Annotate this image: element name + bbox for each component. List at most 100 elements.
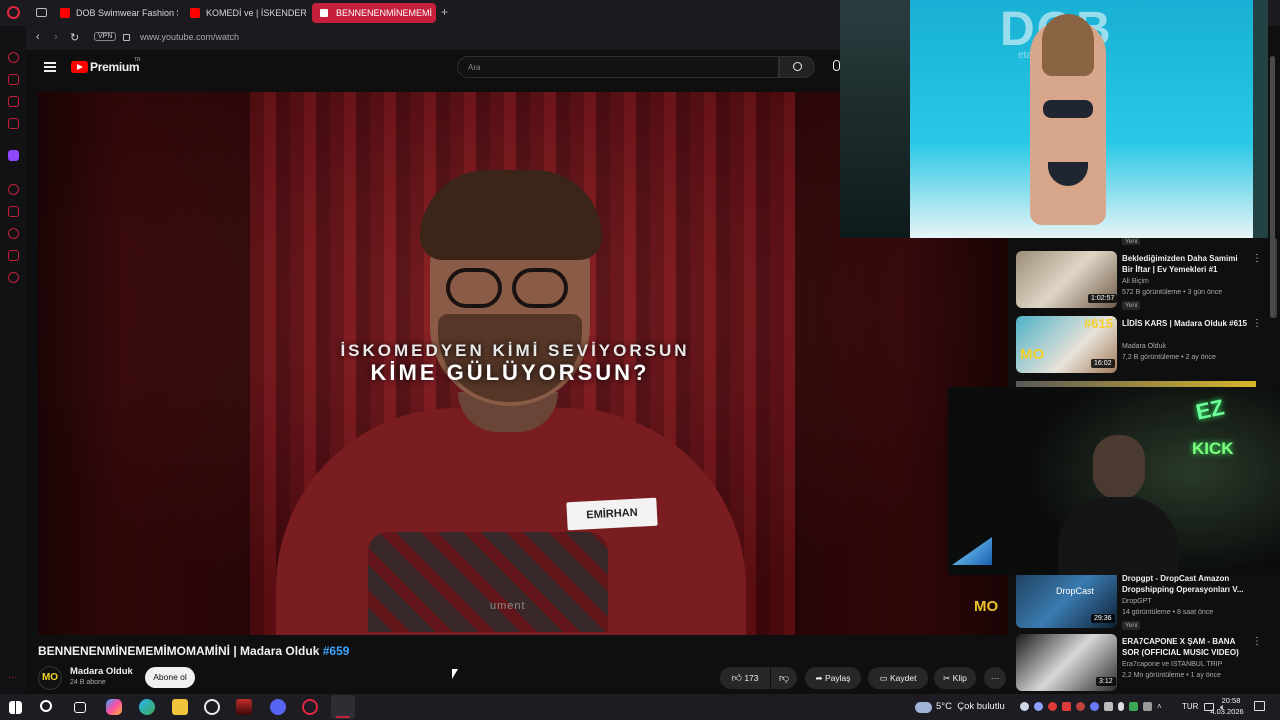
sidebar-more-icon[interactable]: ··· xyxy=(8,672,17,682)
search-button[interactable] xyxy=(779,56,815,78)
rec-item[interactable]: 3:12 ERA7CAPONE X ŞAM - BANA SOR (OFFICI… xyxy=(1016,634,1272,696)
like-button[interactable]: 👍︎ 173 xyxy=(720,667,770,689)
rec-more-icon[interactable]: ⋮ xyxy=(1252,318,1262,329)
rec-channel[interactable]: Ali Biçim xyxy=(1122,278,1149,285)
voice-search-mic-icon[interactable] xyxy=(833,60,840,71)
tray-app-icon[interactable] xyxy=(1104,702,1113,711)
clock-time[interactable]: 20:58 xyxy=(1211,696,1251,705)
clock-date[interactable]: 4.03.2026 xyxy=(1202,707,1252,716)
speaker-icon xyxy=(320,9,328,17)
rec-channel[interactable]: DropGPT xyxy=(1122,598,1152,605)
streamer-body xyxy=(1058,497,1178,575)
vpn-badge[interactable]: VPN xyxy=(94,32,117,41)
name-tag: EMİRHAN xyxy=(566,497,658,531)
url-field[interactable]: www.youtube.com/watch xyxy=(140,32,540,42)
youtube-logo-icon[interactable] xyxy=(71,61,88,73)
tray-app-icon[interactable] xyxy=(1090,702,1099,711)
rec-more-icon[interactable]: ⋮ xyxy=(1252,253,1262,264)
discord-icon[interactable] xyxy=(270,699,286,715)
save-label: Kaydet xyxy=(889,673,917,683)
subscribe-button[interactable]: Abone ol xyxy=(145,667,195,688)
sidebar-downloads-icon[interactable] xyxy=(8,250,19,261)
sidebar-speed-dial-icon[interactable] xyxy=(8,52,19,63)
partial-rec-badge: Yeni xyxy=(1122,238,1141,245)
hamburger-menu-icon[interactable] xyxy=(44,62,56,72)
more-actions-button[interactable]: ··· xyxy=(984,667,1006,689)
tray-app-icon[interactable] xyxy=(1129,702,1138,711)
tab-bennenenminememi[interactable]: BENNENENMİNEMEMİ xyxy=(312,3,436,23)
channel-name[interactable]: Madara Olduk xyxy=(70,666,133,677)
task-view-icon[interactable] xyxy=(74,702,86,713)
pip-runway-video[interactable]: DOB etam swimwear xyxy=(840,0,1268,238)
tab-overview-icon[interactable] xyxy=(36,8,47,17)
opera-logo-icon[interactable] xyxy=(7,6,20,19)
back-arrow-icon[interactable]: ‹ xyxy=(36,31,40,43)
search-icon[interactable] xyxy=(40,700,52,712)
rec-meta: 2,2 Mn görüntüleme • 1 ay önce xyxy=(1122,672,1221,679)
weather-text[interactable]: 5°C Çok bulutlu xyxy=(936,701,1005,712)
copilot-icon[interactable] xyxy=(106,699,122,715)
share-button[interactable]: ➦ Paylaş xyxy=(805,667,861,689)
forward-arrow-icon[interactable]: › xyxy=(54,31,58,43)
blue-light xyxy=(952,537,992,565)
rec-duration: 1:02:57 xyxy=(1088,294,1118,303)
rec-item[interactable]: DropCast 29:36 Dropgpt - DropCast Amazon… xyxy=(1016,571,1272,633)
edge-icon[interactable] xyxy=(139,699,155,715)
reload-icon[interactable]: ↻ xyxy=(70,31,79,44)
video-hashtag[interactable]: #659 xyxy=(323,644,350,658)
clip-button[interactable]: ✂ Klip xyxy=(934,667,976,689)
rec-channel[interactable]: Era7capone ve ISTANBUL TRIP xyxy=(1122,661,1222,668)
save-button[interactable]: ▭ Kaydet xyxy=(868,667,928,689)
tray-chevron-icon[interactable]: ˄ xyxy=(1157,702,1166,711)
rec-more-icon[interactable]: ⋮ xyxy=(1252,636,1262,647)
search-icon xyxy=(793,62,802,71)
rec-item[interactable]: 1:02:57 Beklediğimizden Daha Samimi Bir … xyxy=(1016,251,1272,313)
page-scrollbar-thumb[interactable] xyxy=(1270,56,1275,318)
sidebar-bookmarks-icon[interactable] xyxy=(8,206,19,217)
notification-icon[interactable] xyxy=(1254,701,1265,711)
tab-komedi-iskender[interactable]: KOMEDİ ve | İSKENDER - xyxy=(182,3,306,23)
search-input[interactable]: Ara xyxy=(457,56,779,78)
scissors-icon: ✂ xyxy=(943,673,951,683)
youtube-premium-logo[interactable]: Premium xyxy=(90,60,140,74)
language-indicator[interactable]: TUR xyxy=(1182,702,1198,711)
sidebar-twitch-icon[interactable] xyxy=(8,150,19,161)
sidebar-player-icon[interactable] xyxy=(8,184,19,195)
windows-start-icon[interactable] xyxy=(9,701,22,714)
tray-app-icon[interactable] xyxy=(1048,702,1057,711)
clip-label: Klip xyxy=(952,673,967,683)
rec-title[interactable]: ERA7CAPONE X ŞAM - BANA SOR (OFFICIAL MU… xyxy=(1122,636,1250,658)
new-tab-plus-icon[interactable]: + xyxy=(441,5,448,19)
tray-app-icon[interactable] xyxy=(1143,702,1152,711)
discord-tray-icon[interactable] xyxy=(1034,702,1043,711)
model-hair xyxy=(1042,14,1094,76)
rec-title[interactable]: Beklediğimizden Daha Samimi Bir İftar | … xyxy=(1122,253,1250,275)
channel-avatar[interactable]: MO xyxy=(38,666,62,690)
opera-gx-icon[interactable] xyxy=(302,699,318,715)
dislike-button[interactable]: 👎︎ xyxy=(771,667,797,689)
chrome-like-icon[interactable] xyxy=(204,699,220,715)
thumbs-down-icon: 👎︎ xyxy=(778,673,790,684)
tray-icons[interactable]: ˄ xyxy=(1020,702,1170,712)
sidebar-messenger-icon[interactable] xyxy=(8,96,19,107)
video-title: BENNENENMİNEMEMİMOMAMİNİ | Madara Olduk … xyxy=(38,644,349,658)
tab-dob-swimwear[interactable]: DOB Swimwear Fashion S xyxy=(52,3,178,23)
rec-title[interactable]: LİDİS KARS | Madara Olduk #615 xyxy=(1122,318,1250,329)
sidebar-settings-icon[interactable] xyxy=(8,272,19,283)
rec-title[interactable]: Dropgpt - DropCast Amazon Dropshipping O… xyxy=(1122,573,1250,595)
app-thumb-icon[interactable] xyxy=(236,699,252,715)
file-explorer-icon[interactable] xyxy=(172,699,188,715)
address-bar: ‹ › ↻ VPN www.youtube.com/watch xyxy=(26,26,840,50)
tray-app-icon[interactable] xyxy=(1076,702,1085,711)
tray-app-icon[interactable] xyxy=(1062,702,1071,711)
youtube-favicon-icon xyxy=(190,8,200,18)
rec-channel[interactable]: Madara Olduk xyxy=(1122,343,1166,350)
sidebar-instagram-icon[interactable] xyxy=(8,118,19,129)
video-title-text: BENNENENMİNEMEMİMOMAMİNİ | Madara Olduk xyxy=(38,644,320,658)
rec-item[interactable]: #615 MO 16:02 LİDİS KARS | Madara Olduk … xyxy=(1016,316,1272,378)
sidebar-history-icon[interactable] xyxy=(8,228,19,239)
cloud-weather-icon xyxy=(915,702,932,713)
steam-icon[interactable] xyxy=(1020,702,1029,711)
microphone-icon[interactable] xyxy=(1118,702,1124,711)
sidebar-aria-icon[interactable] xyxy=(8,74,19,85)
